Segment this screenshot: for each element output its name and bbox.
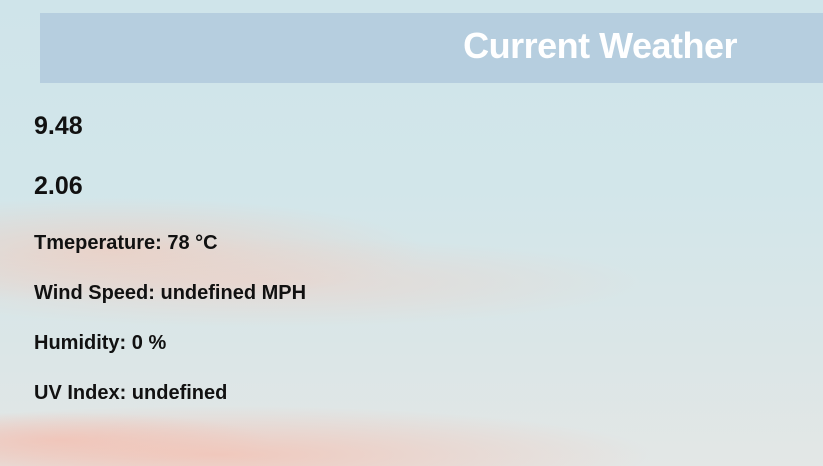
page-title: Current Weather: [463, 25, 737, 66]
coordinate-value-2: 2.06: [34, 172, 83, 200]
wind-speed-readout: Wind Speed: undefined MPH: [34, 282, 307, 304]
coordinate-value-1: 9.48: [34, 112, 83, 140]
uv-index-readout: UV Index: undefined: [34, 382, 228, 404]
humidity-readout: Humidity: 0 %: [34, 332, 167, 354]
temperature-readout: Tmeperature: 78 °C: [34, 232, 218, 254]
header-bar: Current Weather: [40, 13, 823, 83]
